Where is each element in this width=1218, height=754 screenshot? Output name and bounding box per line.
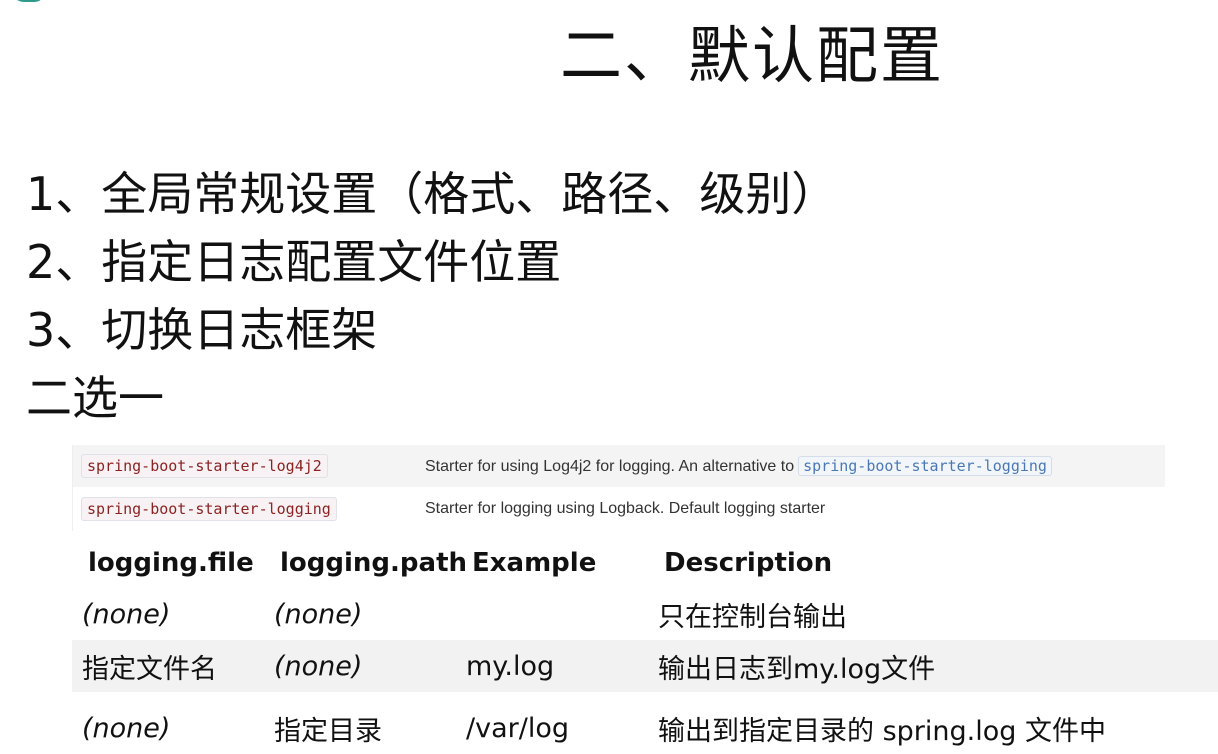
table-header-row: logging.file logging.path Example Descri… xyxy=(72,538,1218,588)
table-cell: (none) xyxy=(274,650,363,682)
starter-name: spring-boot-starter-log4j2 xyxy=(81,454,328,478)
header-cell: logging.path xyxy=(280,548,468,578)
table-cell: (none) xyxy=(274,598,363,630)
logging-config-table: logging.file logging.path Example Descri… xyxy=(72,538,1218,754)
table-cell: 输出日志到my.log文件 xyxy=(658,653,936,685)
header-cell: Example xyxy=(472,548,597,578)
point-item: 二选一 xyxy=(26,371,164,425)
table-cell: my.log xyxy=(466,650,555,682)
table-cell: (none) xyxy=(82,598,171,630)
slide-title: 二、默认配置 xyxy=(560,19,945,92)
table-row: (none) 指定目录 /var/log 输出到指定目录的 spring.log… xyxy=(72,702,1218,754)
starter-link[interactable]: spring-boot-starter-logging xyxy=(798,456,1052,476)
header-cell: logging.file xyxy=(88,548,254,578)
point-list: 1、全局常规设置（格式、路径、级别） 2、指定日志配置文件位置 3、切换日志框架… xyxy=(26,160,837,432)
table-cell: 只在控制台输出 xyxy=(658,601,847,633)
starter-name: spring-boot-starter-logging xyxy=(81,497,337,521)
header-cell: Description xyxy=(664,548,833,578)
starter-description-text: Starter for using Log4j2 for logging. An… xyxy=(425,458,795,475)
point-item: 1、全局常规设置（格式、路径、级别） xyxy=(26,167,838,221)
row-spacer xyxy=(72,692,1218,702)
starter-description: Starter for using Log4j2 for logging. An… xyxy=(425,455,1052,478)
point-item: 3、切换日志框架 xyxy=(26,303,378,357)
table-row: 指定文件名 (none) my.log 输出日志到my.log文件 xyxy=(72,640,1218,692)
starter-row: spring-boot-starter-logging Starter for … xyxy=(73,487,1165,530)
table-cell: /var/log xyxy=(466,712,569,744)
corner-decoration xyxy=(12,0,46,2)
starter-table: spring-boot-starter-log4j2 Starter for u… xyxy=(72,445,1165,531)
table-cell: 输出到指定目录的 spring.log 文件中 xyxy=(658,715,1106,747)
table-cell: (none) xyxy=(82,712,171,744)
table-cell: 指定文件名 xyxy=(82,653,217,685)
starter-description: Starter for logging using Logback. Defau… xyxy=(425,500,826,517)
table-cell: 指定目录 xyxy=(274,715,382,747)
table-row: (none) (none) 只在控制台输出 xyxy=(72,588,1218,640)
point-item: 2、指定日志配置文件位置 xyxy=(26,235,562,289)
starter-row: spring-boot-starter-log4j2 Starter for u… xyxy=(73,445,1165,487)
